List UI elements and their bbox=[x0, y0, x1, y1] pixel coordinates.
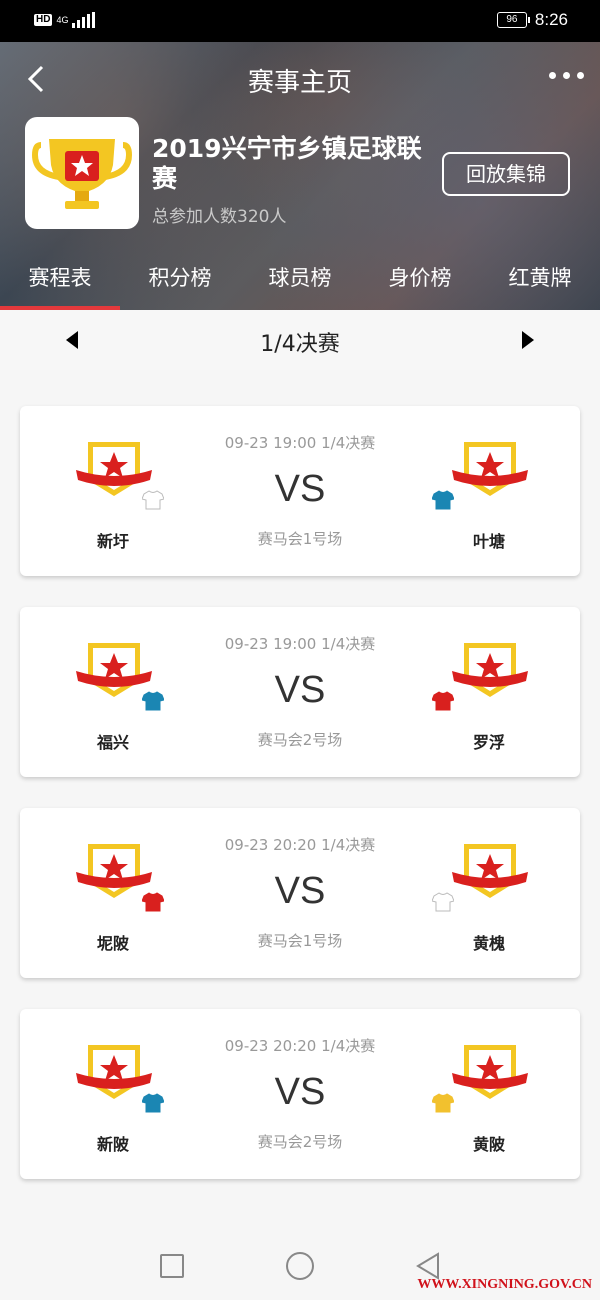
match-card[interactable]: 新圩 09-23 19:00 1/4决赛 VS 赛马会1号场 叶塘 bbox=[20, 406, 580, 576]
away-team: 黄陂 bbox=[431, 1043, 544, 1163]
tab-schedule[interactable]: 赛程表 bbox=[0, 258, 120, 310]
tab-values[interactable]: 身价榜 bbox=[360, 258, 480, 310]
system-nav-bar: WWW.XINGNING.GOV.CN bbox=[0, 1230, 600, 1300]
match-card[interactable]: 新陂 09-23 20:20 1/4决赛 VS 赛马会2号场 黄陂 bbox=[20, 1009, 580, 1179]
away-team: 罗浮 bbox=[431, 641, 544, 761]
tab-standings[interactable]: 积分榜 bbox=[120, 258, 240, 310]
jersey-icon bbox=[431, 892, 455, 912]
jersey-icon bbox=[431, 691, 455, 711]
status-left: HD 4G bbox=[34, 12, 96, 28]
trophy-icon bbox=[31, 139, 133, 209]
away-team-name: 黄陂 bbox=[472, 1135, 505, 1154]
league-header: 赛事主页 2019兴宁市乡镇足球联赛 总参加人数320人 回放集锦 赛程表 积分… bbox=[0, 42, 600, 310]
league-title: 2019兴宁市乡镇足球联赛 bbox=[152, 134, 422, 193]
away-team-name: 黄槐 bbox=[472, 934, 505, 953]
watermark: WWW.XINGNING.GOV.CN bbox=[417, 1277, 592, 1292]
hd-badge: HD bbox=[34, 14, 53, 26]
jersey-icon bbox=[431, 490, 455, 510]
team-badge-icon bbox=[450, 440, 530, 504]
status-bar: HD 4G 96 8:26 bbox=[0, 0, 600, 42]
match-card[interactable]: 坭陂 09-23 20:20 1/4决赛 VS 赛马会1号场 黄槐 bbox=[20, 808, 580, 978]
away-team: 叶塘 bbox=[431, 440, 544, 560]
replay-highlights-button[interactable]: 回放集锦 bbox=[442, 152, 570, 196]
home-icon[interactable] bbox=[286, 1252, 314, 1280]
tab-cards[interactable]: 红黄牌 bbox=[480, 258, 600, 310]
battery-icon: 96 bbox=[496, 12, 530, 28]
match-list: 新圩 09-23 19:00 1/4决赛 VS 赛马会1号场 叶塘 福兴 09-… bbox=[0, 370, 600, 1230]
match-card[interactable]: 福兴 09-23 19:00 1/4决赛 VS 赛马会2号场 罗浮 bbox=[20, 607, 580, 777]
team-badge-icon bbox=[450, 641, 530, 705]
jersey-icon bbox=[431, 1093, 455, 1113]
recent-apps-icon[interactable] bbox=[160, 1254, 184, 1278]
nav-back-icon[interactable] bbox=[416, 1252, 440, 1280]
tab-players[interactable]: 球员榜 bbox=[240, 258, 360, 310]
away-team-name: 叶塘 bbox=[472, 532, 505, 551]
signal-icon bbox=[72, 12, 96, 28]
team-badge-icon bbox=[450, 1043, 530, 1107]
tab-bar: 赛程表 积分榜 球员榜 身价榜 红黄牌 bbox=[0, 258, 600, 310]
next-round-icon[interactable] bbox=[522, 331, 534, 349]
participant-count: 总参加人数320人 bbox=[152, 207, 287, 227]
network-label: 4G bbox=[56, 14, 69, 25]
page-title: 赛事主页 bbox=[247, 68, 352, 98]
away-team-name: 罗浮 bbox=[472, 733, 505, 752]
league-logo bbox=[25, 117, 139, 229]
round-label: 1/4决赛 bbox=[260, 332, 340, 357]
team-badge-icon bbox=[450, 842, 530, 906]
more-icon[interactable] bbox=[549, 72, 584, 79]
status-right: 96 8:26 bbox=[496, 10, 568, 30]
clock: 8:26 bbox=[534, 10, 568, 29]
round-selector: 1/4决赛 bbox=[0, 310, 600, 370]
away-team: 黄槐 bbox=[431, 842, 544, 962]
